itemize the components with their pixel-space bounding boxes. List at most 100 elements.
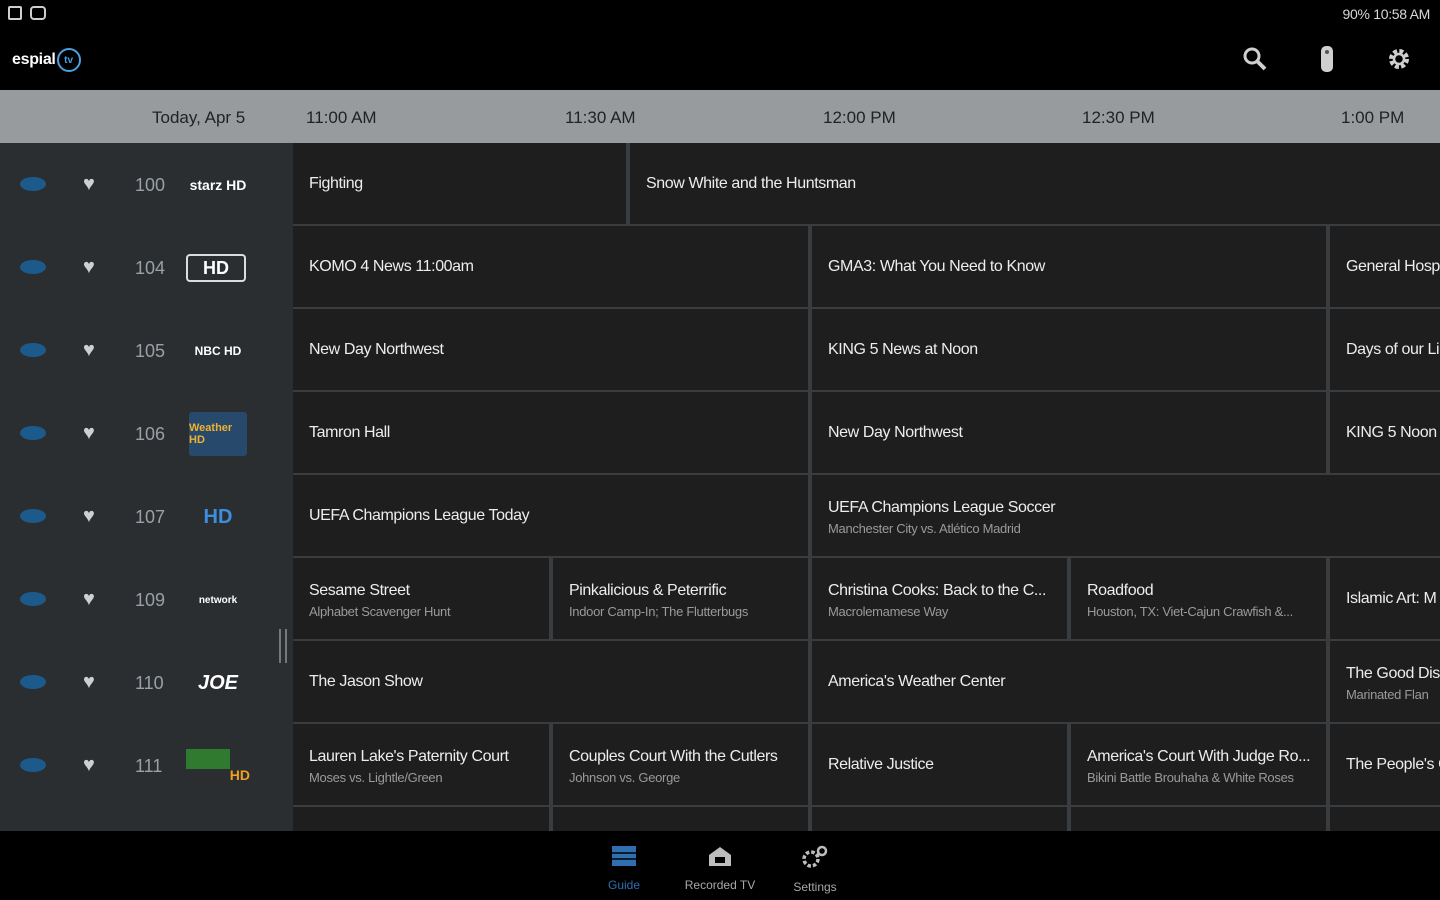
program-cell[interactable]: Days of our Li — [1330, 309, 1440, 390]
settings-gear-button[interactable] — [1384, 44, 1414, 74]
program-cell[interactable]: Islamic Art: M — [1330, 558, 1440, 639]
bottom-navigation: Guide Recorded TV Settings — [0, 831, 1440, 900]
program-cell[interactable]: UEFA Champions League Today — [293, 475, 808, 556]
time-slot: 11:00 AM — [306, 108, 377, 127]
program-subtitle: Johnson vs. George — [569, 770, 680, 785]
watch-eye-icon[interactable] — [20, 509, 46, 523]
program-title: America's Court With Judge Ro... — [1087, 748, 1311, 765]
channel-row[interactable]: ♥ 104 HD — [0, 226, 293, 309]
program-title: The People's C — [1346, 756, 1440, 773]
channel-row[interactable]: ♥ 111 HD — [0, 724, 293, 807]
program-cell[interactable]: America's Weather Center — [812, 641, 1326, 722]
program-cell[interactable]: New Day Northwest — [293, 309, 808, 390]
program-cell[interactable] — [1330, 807, 1440, 831]
program-cell[interactable]: Sesame Street Alphabet Scavenger Hunt — [293, 558, 549, 639]
program-title: Islamic Art: M — [1346, 590, 1437, 607]
program-cell[interactable]: GMA3: What You Need to Know — [812, 226, 1326, 307]
program-cell[interactable]: Lauren Lake's Paternity Court Moses vs. … — [293, 724, 549, 805]
program-row: UEFA Champions League Today UEFA Champio… — [293, 475, 1440, 558]
nav-settings-label: Settings — [793, 880, 837, 894]
program-cell[interactable]: Fighting — [293, 143, 626, 224]
favorite-heart-icon[interactable]: ♥ — [83, 422, 95, 445]
program-row: The Jason Show America's Weather Center … — [293, 641, 1440, 724]
channel-list: ♥ 100 starz HD ♥ 104 HD ♥ 105 NBC HD ♥ 1… — [0, 143, 293, 831]
favorite-heart-icon[interactable]: ♥ — [83, 173, 95, 196]
program-title: GMA3: What You Need to Know — [828, 258, 1045, 275]
program-title: America's Weather Center — [828, 673, 1006, 690]
program-cell[interactable]: America's Court With Judge Ro... Bikini … — [1071, 724, 1326, 805]
channel-row[interactable]: ♥ 107 HD — [0, 475, 293, 558]
program-cell[interactable]: The People's C — [1330, 724, 1440, 805]
program-grid: Fighting Snow White and the Huntsman KOM… — [293, 143, 1440, 831]
logo-badge: tv — [56, 48, 81, 72]
app-logo: espial tv — [12, 48, 81, 72]
watch-eye-icon[interactable] — [20, 260, 46, 274]
channel-row[interactable]: ♥ 106 Weather HD — [0, 392, 293, 475]
program-cell[interactable]: Christina Cooks: Back to the C... Macrol… — [812, 558, 1067, 639]
channel-logo: JOE — [197, 671, 239, 694]
program-cell[interactable]: The Jason Show — [293, 641, 808, 722]
program-cell[interactable]: Roadfood Houston, TX: Viet-Cajun Crawfis… — [1071, 558, 1326, 639]
watch-eye-icon[interactable] — [20, 758, 46, 772]
channel-row[interactable]: ♥ 109 network — [0, 558, 293, 641]
time-slot: 1:00 PM — [1341, 108, 1405, 127]
channel-number: 105 — [135, 341, 166, 361]
program-cell[interactable]: Pinkalicious & Peterrific Indoor Camp-In… — [553, 558, 808, 639]
guide-date: Today, Apr 5 — [152, 108, 246, 127]
channel-number: 106 — [135, 424, 166, 444]
program-title: Lauren Lake's Paternity Court — [309, 748, 509, 765]
program-cell[interactable]: KING 5 News at Noon — [812, 309, 1326, 390]
program-cell[interactable] — [812, 807, 1067, 831]
program-title: Pinkalicious & Peterrific — [569, 582, 727, 599]
favorite-heart-icon[interactable]: ♥ — [83, 754, 95, 777]
program-title: Fighting — [309, 175, 363, 192]
program-subtitle: Marinated Flan — [1346, 687, 1429, 702]
channel-row[interactable]: ♥ 100 starz HD — [0, 143, 293, 226]
watch-eye-icon[interactable] — [20, 177, 46, 191]
program-row: KOMO 4 News 11:00am GMA3: What You Need … — [293, 226, 1440, 309]
program-cell[interactable]: Couples Court With the Cutlers Johnson v… — [553, 724, 808, 805]
program-title: KOMO 4 News 11:00am — [309, 258, 474, 275]
channel-logo: HD — [186, 749, 250, 783]
watch-eye-icon[interactable] — [20, 343, 46, 357]
program-cell[interactable] — [1071, 807, 1326, 831]
program-title: The Good Dis — [1346, 665, 1440, 682]
favorite-heart-icon[interactable]: ♥ — [83, 256, 95, 279]
program-cell[interactable]: Relative Justice — [812, 724, 1067, 805]
channel-row[interactable]: ♥ 105 NBC HD — [0, 309, 293, 392]
program-cell[interactable]: UEFA Champions League Soccer Manchester … — [812, 475, 1440, 556]
nav-guide[interactable]: Guide — [574, 845, 674, 892]
channel-row[interactable]: ♥ 110 JOE — [0, 641, 293, 724]
watch-eye-icon[interactable] — [20, 675, 46, 689]
program-subtitle: Bikini Battle Brouhaha & White Roses — [1087, 770, 1294, 785]
program-cell[interactable]: General Hosp — [1330, 226, 1440, 307]
app-bar: espial tv — [0, 28, 1440, 90]
program-cell[interactable]: The Good Dis Marinated Flan — [1330, 641, 1440, 722]
program-cell[interactable]: KING 5 Noon — [1330, 392, 1440, 473]
program-title: Roadfood — [1087, 582, 1154, 599]
program-row: Sesame Street Alphabet Scavenger Hunt Pi… — [293, 558, 1440, 641]
watch-eye-icon[interactable] — [20, 592, 46, 606]
favorite-heart-icon[interactable]: ♥ — [83, 671, 95, 694]
favorite-heart-icon[interactable]: ♥ — [83, 505, 95, 528]
program-cell[interactable]: Tamron Hall — [293, 392, 808, 473]
favorite-heart-icon[interactable]: ♥ — [83, 588, 95, 611]
channel-logo: HD — [186, 254, 246, 282]
program-title: The Jason Show — [309, 673, 423, 690]
column-resize-handle[interactable] — [279, 629, 287, 663]
nav-settings[interactable]: Settings — [765, 845, 865, 894]
program-row: Tamron Hall New Day Northwest KING 5 Noo… — [293, 392, 1440, 475]
program-subtitle: Manchester City vs. Atlético Madrid — [828, 521, 1021, 536]
watch-eye-icon[interactable] — [20, 426, 46, 440]
program-cell[interactable]: Snow White and the Huntsman — [630, 143, 1440, 224]
favorite-heart-icon[interactable]: ♥ — [83, 339, 95, 362]
program-cell[interactable]: New Day Northwest — [812, 392, 1326, 473]
program-cell[interactable] — [293, 807, 549, 831]
search-button[interactable] — [1240, 44, 1270, 74]
remote-button[interactable] — [1312, 44, 1342, 74]
cast-notification-icon — [30, 6, 46, 20]
program-cell[interactable]: KOMO 4 News 11:00am — [293, 226, 808, 307]
search-icon — [1243, 47, 1267, 71]
nav-recorded-tv[interactable]: Recorded TV — [670, 845, 770, 892]
program-cell[interactable] — [553, 807, 808, 831]
